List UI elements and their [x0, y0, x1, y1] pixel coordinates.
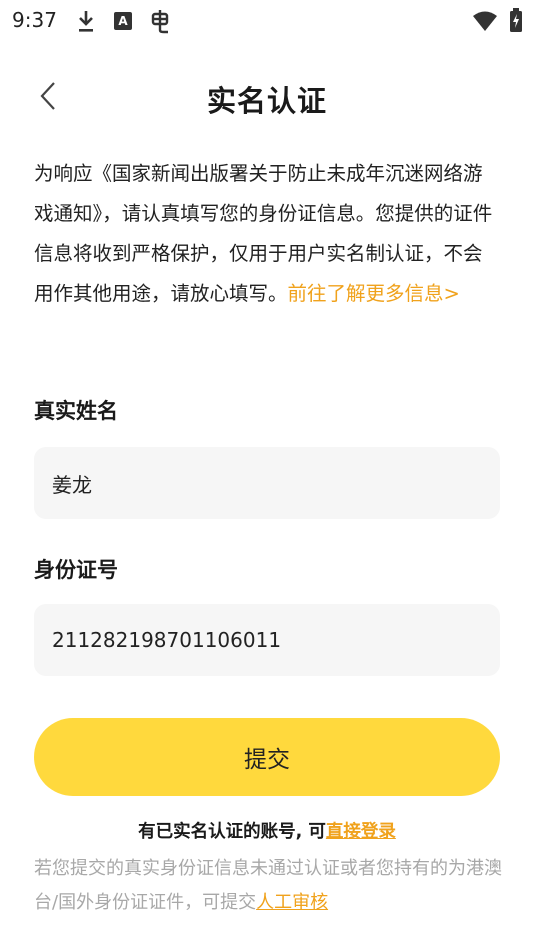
submit-button[interactable]: 提交: [34, 718, 500, 796]
nav-bar: 实名认证: [0, 62, 534, 132]
notice-text: 为响应《国家新闻出版署关于防止未成年沉迷网络游戏通知》，请认真填写您的身份证信息…: [34, 154, 500, 314]
name-input[interactable]: [34, 447, 500, 519]
a-icon: A: [114, 12, 132, 30]
status-time: 9:37: [12, 8, 57, 32]
login-prompt: 有已实名认证的账号, 可直接登录: [0, 818, 534, 843]
manual-review-link[interactable]: 人工审核: [256, 892, 328, 913]
id-label: 身份证号: [34, 558, 118, 582]
learn-more-link[interactable]: 前往了解更多信息>: [288, 282, 460, 305]
login-prompt-text: 有已实名认证的账号, 可: [138, 822, 326, 842]
bug-icon: [151, 10, 169, 34]
status-bar: 9:37 A: [0, 0, 534, 44]
download-icon: [79, 11, 93, 32]
battery-icon: [510, 8, 522, 32]
name-label: 真实姓名: [34, 399, 118, 423]
wifi-icon: [473, 11, 497, 31]
id-number-input[interactable]: [34, 604, 500, 676]
manual-review-note: 若您提交的真实身份证信息未通过认证或者您持有的为港澳台/国外身份证证件，可提交人…: [34, 852, 504, 920]
direct-login-link[interactable]: 直接登录: [326, 822, 396, 842]
page-title: 实名认证: [206, 84, 327, 118]
